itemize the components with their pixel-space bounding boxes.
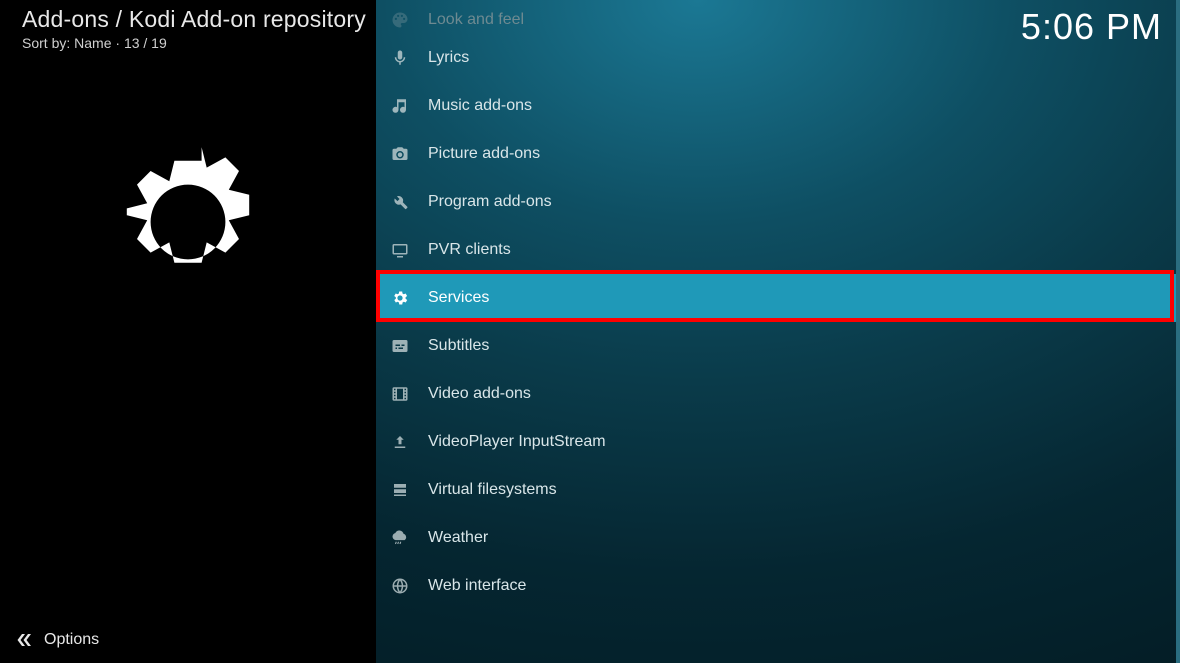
list-item-label: PVR clients (428, 241, 511, 259)
list-item-label: Program add-ons (428, 193, 552, 211)
list-item-label: Lyrics (428, 49, 469, 67)
list-item-label: Music add-ons (428, 97, 532, 115)
list-item[interactable]: Services (376, 274, 1178, 322)
list-item-label: Web interface (428, 577, 526, 595)
sort-sep: · (115, 35, 124, 51)
list-item[interactable]: Music add-ons (376, 82, 1178, 130)
list-item[interactable]: Program add-ons (376, 178, 1178, 226)
sort-line: Sort by: Name · 13 / 19 (0, 33, 376, 51)
sort-label: Sort by: Name (22, 35, 111, 51)
window-bottom-border (0, 663, 1180, 667)
weather-icon (390, 528, 410, 548)
tv-icon (390, 240, 410, 260)
list-item[interactable]: Video add-ons (376, 370, 1178, 418)
music-note-icon (390, 96, 410, 116)
breadcrumb: Add-ons / Kodi Add-on repository (0, 0, 376, 33)
list-item[interactable]: Web interface (376, 562, 1178, 610)
upload-icon (390, 432, 410, 452)
sidebar: Add-ons / Kodi Add-on repository Sort by… (0, 0, 376, 663)
microphone-icon (390, 48, 410, 68)
category-hero (0, 51, 376, 663)
scrollbar[interactable] (1176, 0, 1180, 663)
list-item-label: Look and feel (428, 11, 524, 29)
list-item-label: Picture add-ons (428, 145, 540, 163)
list-item-label: VideoPlayer InputStream (428, 433, 606, 451)
tools-icon (390, 192, 410, 212)
category-list[interactable]: Look and feel Lyrics Music add-ons Picture … (376, 0, 1178, 610)
list-item[interactable]: Virtual filesystems (376, 466, 1178, 514)
options-icon (16, 631, 34, 649)
list-item[interactable]: Subtitles (376, 322, 1178, 370)
list-item-label: Video add-ons (428, 385, 531, 403)
options-label: Options (44, 631, 99, 649)
main-panel: 5:06 PM Look and feelLyricsMusic add-ons… (376, 0, 1180, 663)
list-item[interactable]: Lyrics (376, 34, 1178, 82)
item-counter: 13 / 19 (124, 35, 167, 51)
film-icon (390, 384, 410, 404)
list-item[interactable]: Picture add-ons (376, 130, 1178, 178)
list-item-label: Services (428, 289, 489, 307)
list-item[interactable]: VideoPlayer InputStream (376, 418, 1178, 466)
camera-icon (390, 144, 410, 164)
subtitles-icon (390, 336, 410, 356)
options-button[interactable]: Options (16, 631, 99, 649)
list-item-label: Subtitles (428, 337, 489, 355)
disks-icon (390, 480, 410, 500)
palette-icon (390, 10, 410, 30)
list-item[interactable]: PVR clients (376, 226, 1178, 274)
globe-icon (390, 576, 410, 596)
list-item[interactable]: Look and feel (376, 0, 1178, 34)
list-item[interactable]: Weather (376, 514, 1178, 562)
scrollbar-thumb[interactable] (1176, 0, 1180, 663)
gear-icon (390, 288, 410, 308)
gear-large-icon (103, 137, 273, 307)
list-item-label: Virtual filesystems (428, 481, 557, 499)
list-item-label: Weather (428, 529, 488, 547)
